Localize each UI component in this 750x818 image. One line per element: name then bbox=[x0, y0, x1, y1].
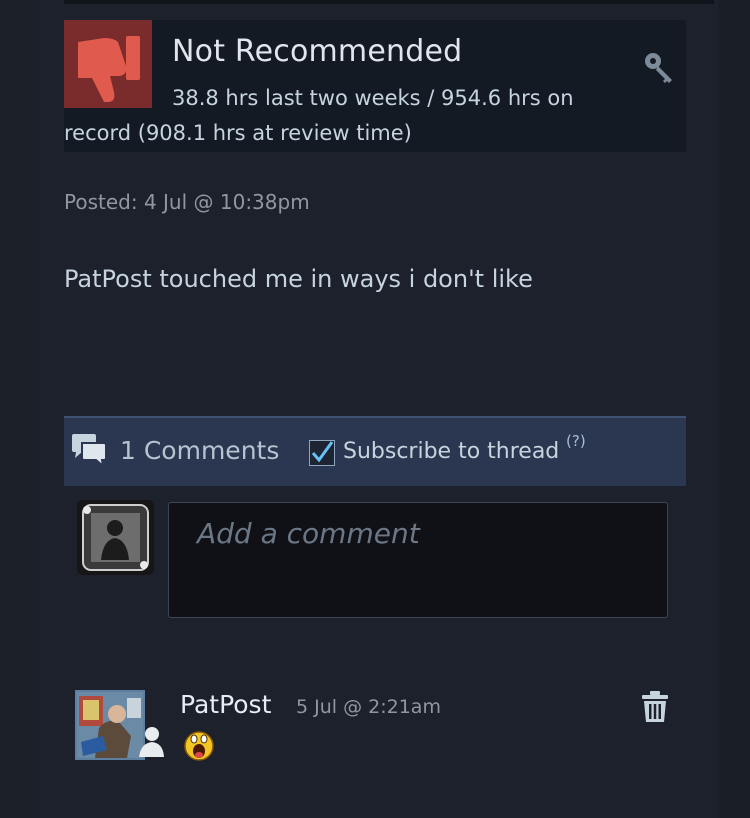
subscribe-checkbox[interactable] bbox=[309, 440, 335, 466]
person-status-icon bbox=[137, 724, 165, 762]
comment-textarea[interactable]: Add a comment bbox=[168, 502, 668, 618]
subscribe-help-link[interactable]: (?) bbox=[566, 432, 586, 450]
key-icon[interactable] bbox=[642, 50, 678, 90]
page-gutter-right bbox=[718, 0, 750, 818]
review-hours: 38.8 hrs last two weeks / 954.6 hrs on bbox=[172, 86, 574, 110]
review-hours-continued: record (908.1 hrs at review time) bbox=[64, 121, 412, 145]
comment-placeholder: Add a comment bbox=[197, 517, 420, 550]
comment-author[interactable]: PatPost bbox=[180, 690, 271, 719]
laughing-emoticon-icon bbox=[183, 729, 215, 767]
commenter-avatar[interactable] bbox=[75, 690, 145, 760]
comments-icon bbox=[70, 433, 110, 471]
trash-icon[interactable] bbox=[641, 691, 669, 727]
top-divider bbox=[64, 0, 714, 4]
subscribe-label[interactable]: Subscribe to thread bbox=[343, 439, 559, 464]
comment-count: 1 Comments bbox=[120, 436, 280, 465]
current-user-avatar bbox=[77, 500, 154, 575]
page-gutter-left bbox=[0, 0, 40, 818]
thumbs-down-icon bbox=[64, 20, 152, 108]
review-body: PatPost touched me in ways i don't like bbox=[64, 265, 533, 293]
comment-date: 5 Jul @ 2:21am bbox=[296, 696, 441, 718]
posted-date: Posted: 4 Jul @ 10:38pm bbox=[64, 190, 310, 214]
review-verdict: Not Recommended bbox=[172, 34, 463, 69]
